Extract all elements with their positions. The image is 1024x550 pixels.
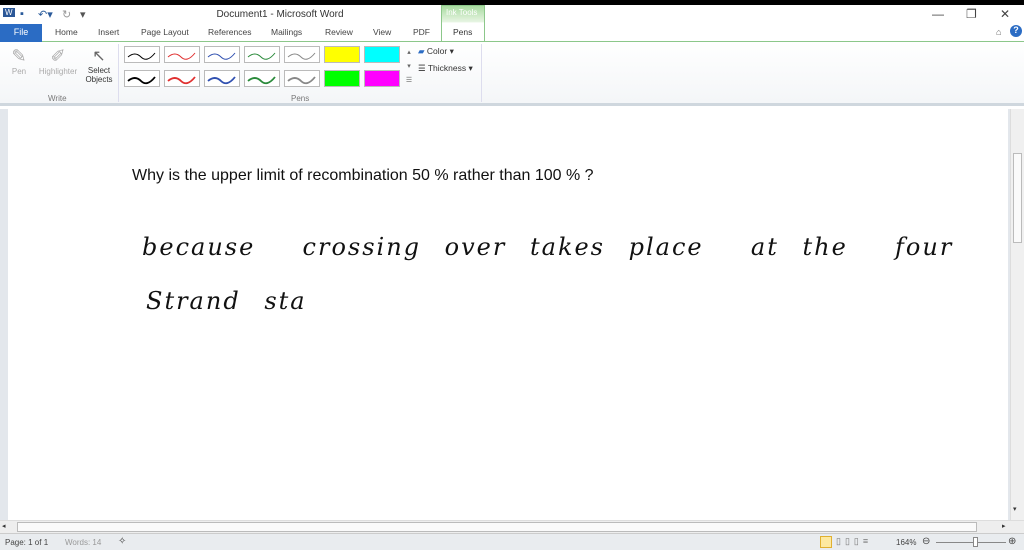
pen-swatch[interactable] [164, 46, 200, 63]
pen-stroke-icon [287, 76, 316, 85]
pen-button[interactable]: ✎ Pen [6, 46, 32, 76]
status-bar: Page: 1 of 1 Words: 14 ✧ ▯▯▯≡ 164% ⊖ ⊕ [0, 533, 1024, 550]
title-bar: W ▪ ↶▾ ↻ ▾ Document1 - Microsoft Word — … [0, 5, 1024, 25]
pen-swatch[interactable] [284, 70, 320, 87]
tab-page-layout[interactable]: Page Layout [141, 27, 189, 37]
view-buttons-icon[interactable]: ▯▯▯≡ [836, 536, 872, 547]
pen-icon: ✎ [11, 46, 27, 66]
pen-swatch[interactable] [364, 46, 400, 63]
ink-tools-label: Ink Tools [446, 8, 478, 17]
zoom-in-icon[interactable]: ⊕ [1008, 536, 1016, 547]
divider [118, 44, 119, 102]
zoom-slider-thumb[interactable] [973, 537, 978, 547]
cursor-arrow-icon: ↖ [92, 48, 106, 65]
write-group-label: Write [48, 94, 67, 103]
thickness-button[interactable]: ☰ Thickness ▾ [418, 63, 473, 74]
help-icon[interactable]: ? [1010, 25, 1022, 37]
word-count[interactable]: Words: 14 [65, 538, 101, 547]
pen-stroke-icon [287, 52, 316, 60]
tab-mailings[interactable]: Mailings [271, 27, 302, 37]
tab-view[interactable]: View [373, 27, 391, 37]
minimize-button[interactable]: — [932, 7, 944, 21]
pen-swatch[interactable] [244, 70, 280, 87]
pen-swatch[interactable] [324, 46, 360, 63]
ribbon-tabs: File Home Insert Page Layout References … [0, 24, 1024, 42]
pen-gallery [124, 46, 404, 90]
highlighter-button[interactable]: ✐ Highlighter [34, 46, 82, 76]
highlighter-label: Highlighter [38, 67, 78, 76]
horizontal-scrollbar[interactable]: ◂ ▸ [0, 520, 1024, 533]
color-icon: ▰ [418, 46, 425, 56]
tab-insert[interactable]: Insert [98, 27, 119, 37]
select-objects-label: Select Objects [85, 66, 113, 84]
divider [481, 44, 482, 102]
gallery-scroll[interactable]: ▴ ▾ ☰ [404, 46, 414, 90]
pen-swatch[interactable] [124, 46, 160, 63]
h-scroll-thumb[interactable] [17, 522, 977, 532]
color-label: Color [426, 46, 448, 56]
tab-pdf[interactable]: PDF [413, 27, 430, 37]
document-page[interactable]: Why is the upper limit of recombination … [8, 109, 1008, 520]
document-area: Why is the upper limit of recombination … [0, 109, 1010, 520]
thickness-label: Thickness [427, 63, 467, 73]
scroll-left-icon[interactable]: ◂ [2, 522, 6, 530]
scroll-down-icon[interactable]: ▾ [1013, 505, 1017, 513]
tab-file[interactable]: File [0, 24, 42, 42]
scroll-right-icon[interactable]: ▸ [1002, 522, 1006, 530]
pen-swatch[interactable] [244, 46, 280, 63]
pen-stroke-icon [207, 76, 236, 85]
pen-stroke-icon [207, 52, 236, 60]
proofing-icon[interactable]: ✧ [118, 536, 126, 547]
highlighter-icon: ✐ [50, 46, 66, 66]
print-layout-icon[interactable] [820, 536, 832, 548]
zoom-level[interactable]: 164% [896, 538, 916, 547]
color-button[interactable]: ▰ Color ▾ [418, 46, 454, 57]
pen-swatch[interactable] [324, 70, 360, 87]
pen-swatch[interactable] [284, 46, 320, 63]
page-count[interactable]: Page: 1 of 1 [5, 538, 48, 547]
tab-references[interactable]: References [208, 27, 251, 37]
ribbon: ✎ Pen ✐ Highlighter ↖ Select Objects Write … [0, 42, 1024, 106]
zoom-out-icon[interactable]: ⊖ [922, 536, 930, 547]
minimize-ribbon-icon[interactable]: ⌂ [996, 27, 1001, 37]
restore-button[interactable]: ❐ [966, 7, 977, 21]
pen-stroke-icon [127, 76, 156, 85]
pen-swatch[interactable] [204, 46, 240, 63]
zoom-slider[interactable] [936, 542, 1006, 543]
thickness-icon: ☰ [418, 63, 426, 73]
handwriting-line-2: Strand sta [146, 287, 307, 315]
pen-swatch[interactable] [204, 70, 240, 87]
tab-review[interactable]: Review [325, 27, 353, 37]
pens-group-label: Pens [291, 94, 310, 103]
question-text: Why is the upper limit of recombination … [132, 167, 594, 184]
tab-home[interactable]: Home [55, 27, 78, 37]
tab-pens[interactable]: Pens [453, 27, 472, 37]
handwriting-line-1: because crossing over takes place at the… [142, 233, 954, 261]
pen-stroke-icon [247, 52, 276, 60]
pen-label: Pen [11, 67, 27, 76]
pen-swatch[interactable] [164, 70, 200, 87]
close-button[interactable]: ✕ [1000, 7, 1010, 21]
pen-stroke-icon [167, 76, 196, 85]
pen-swatch[interactable] [364, 70, 400, 87]
pen-stroke-icon [127, 52, 156, 60]
pen-stroke-icon [167, 52, 196, 60]
vertical-scrollbar[interactable]: ▾ [1010, 109, 1024, 520]
scroll-thumb[interactable] [1013, 153, 1022, 243]
pen-stroke-icon [247, 76, 276, 85]
select-objects-button[interactable]: ↖ Select Objects [82, 46, 116, 84]
pen-swatch[interactable] [124, 70, 160, 87]
